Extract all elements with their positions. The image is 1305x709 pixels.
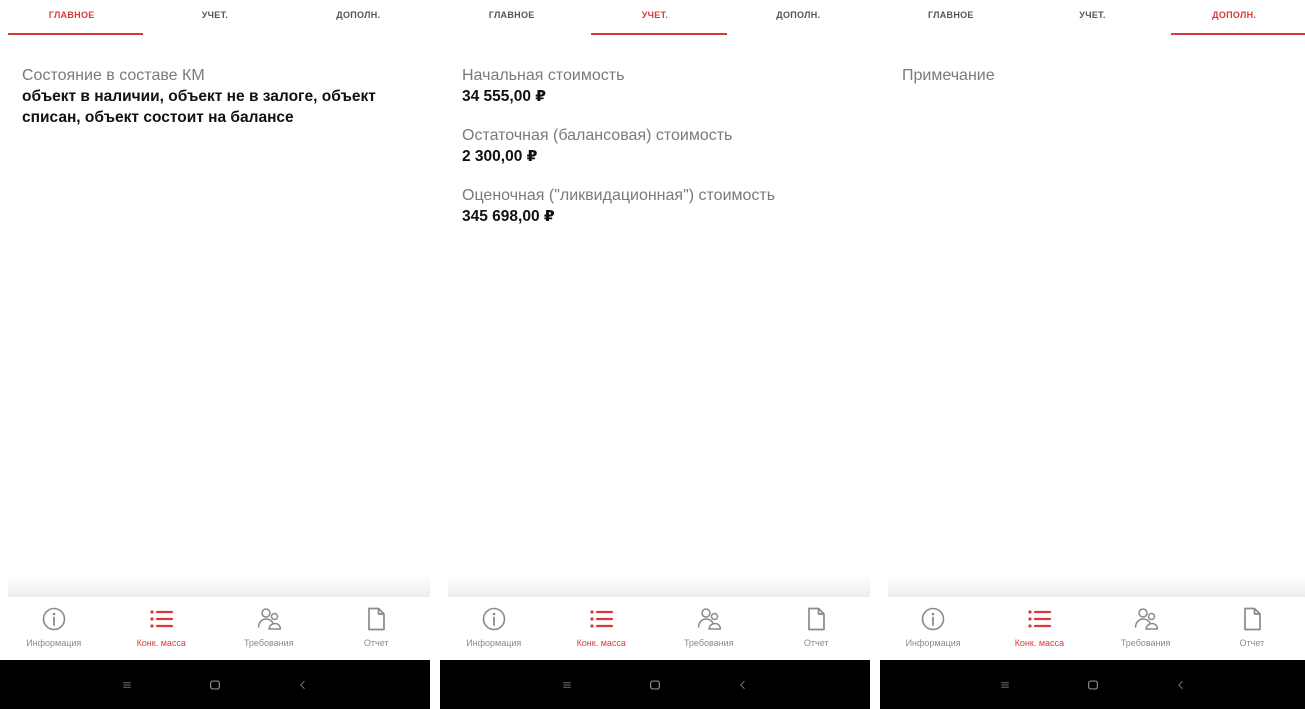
nav-item-3[interactable]: Отчет bbox=[1199, 597, 1305, 660]
nav-item-1[interactable]: Конк. масса bbox=[986, 597, 1092, 660]
screen-accounting: ГЛАВНОЕ УЧЕТ. ДОПОЛН. Начальная стоимост… bbox=[440, 0, 870, 709]
nav-label: Конк. масса bbox=[576, 638, 626, 648]
nav-label: Требования bbox=[243, 638, 294, 648]
users-icon bbox=[255, 605, 283, 633]
tab-bar: ГЛАВНОЕ УЧЕТ. ДОПОЛН. bbox=[440, 0, 870, 42]
nav-label: Конк. масса bbox=[136, 638, 186, 648]
tab-additional[interactable]: ДОПОЛН. bbox=[1163, 0, 1305, 42]
nav-shadow bbox=[8, 575, 430, 597]
nav-item-0[interactable]: Информация bbox=[0, 597, 108, 660]
list-icon bbox=[587, 605, 615, 633]
screen-main: ГЛАВНОЕ УЧЕТ. ДОПОЛН. Состояние в состав… bbox=[0, 0, 430, 709]
tab-bar: ГЛАВНОЕ УЧЕТ. ДОПОЛН. bbox=[880, 0, 1305, 42]
tab-accounting[interactable]: УЧЕТ. bbox=[583, 0, 727, 42]
tab-additional[interactable]: ДОПОЛН. bbox=[287, 0, 430, 42]
nav-item-2[interactable]: Требования bbox=[655, 597, 763, 660]
home-icon[interactable] bbox=[207, 677, 223, 693]
field-status: Состояние в составе КМ объект в наличии,… bbox=[22, 66, 416, 128]
menu-icon[interactable] bbox=[119, 677, 135, 693]
system-nav-bar bbox=[440, 660, 870, 709]
users-icon bbox=[695, 605, 723, 633]
nav-label: Отчет bbox=[363, 638, 389, 648]
info-icon bbox=[40, 605, 68, 633]
field-label: Начальная стоимость bbox=[462, 67, 625, 84]
nav-label: Информация bbox=[26, 638, 82, 648]
nav-item-1[interactable]: Конк. масса bbox=[548, 597, 656, 660]
nav-label: Отчет bbox=[1239, 638, 1265, 648]
tab-additional[interactable]: ДОПОЛН. bbox=[727, 0, 870, 42]
document-icon bbox=[1238, 605, 1266, 633]
menu-icon[interactable] bbox=[559, 677, 575, 693]
details-content: Начальная стоимость 34 555,00 ₽ Остаточн… bbox=[462, 66, 856, 246]
nav-item-2[interactable]: Требования bbox=[215, 597, 323, 660]
tab-main[interactable]: ГЛАВНОЕ bbox=[440, 0, 583, 42]
field-initial-cost: Начальная стоимость 34 555,00 ₽ bbox=[462, 66, 856, 107]
list-icon bbox=[1025, 605, 1053, 633]
nav-item-3[interactable]: Отчет bbox=[763, 597, 871, 660]
info-icon bbox=[919, 605, 947, 633]
field-label: Остаточная (балансовая) стоимость bbox=[462, 127, 733, 144]
nav-item-3[interactable]: Отчет bbox=[323, 597, 431, 660]
back-icon[interactable] bbox=[295, 677, 311, 693]
info-icon bbox=[480, 605, 508, 633]
bottom-nav: Информация Конк. масса Требования Отчет bbox=[440, 597, 870, 660]
field-liquidation-cost: Оценочная ("ликвидационная") стоимость 3… bbox=[462, 186, 856, 227]
tab-bar: ГЛАВНОЕ УЧЕТ. ДОПОЛН. bbox=[0, 0, 430, 42]
back-icon[interactable] bbox=[1173, 677, 1189, 693]
document-icon bbox=[362, 605, 390, 633]
field-note: Примечание bbox=[902, 66, 1291, 86]
field-value: 345 698,00 ₽ bbox=[462, 208, 555, 225]
screen-additional: ГЛАВНОЕ УЧЕТ. ДОПОЛН. Примечание Информа… bbox=[880, 0, 1305, 709]
field-label: Примечание bbox=[902, 67, 995, 84]
field-value: объект в наличии, объект не в залоге, об… bbox=[22, 88, 376, 126]
field-value: 2 300,00 ₽ bbox=[462, 148, 538, 165]
nav-shadow bbox=[448, 575, 870, 597]
field-label: Оценочная ("ликвидационная") стоимость bbox=[462, 187, 776, 204]
nav-item-0[interactable]: Информация bbox=[440, 597, 548, 660]
nav-item-2[interactable]: Требования bbox=[1093, 597, 1199, 660]
nav-label: Требования bbox=[1120, 638, 1171, 648]
list-icon bbox=[147, 605, 175, 633]
document-icon bbox=[802, 605, 830, 633]
nav-item-1[interactable]: Конк. масса bbox=[108, 597, 216, 660]
nav-item-0[interactable]: Информация bbox=[880, 597, 986, 660]
system-nav-bar bbox=[0, 660, 430, 709]
tab-accounting[interactable]: УЧЕТ. bbox=[1022, 0, 1164, 42]
details-content: Примечание bbox=[902, 66, 1291, 105]
nav-label: Информация bbox=[466, 638, 522, 648]
field-value: 34 555,00 ₽ bbox=[462, 88, 547, 105]
details-content: Состояние в составе КМ объект в наличии,… bbox=[22, 66, 416, 147]
tab-main[interactable]: ГЛАВНОЕ bbox=[880, 0, 1022, 42]
nav-label: Отчет bbox=[803, 638, 829, 648]
field-label: Состояние в составе КМ bbox=[22, 67, 205, 84]
nav-shadow bbox=[888, 575, 1305, 597]
home-icon[interactable] bbox=[647, 677, 663, 693]
bottom-nav: Информация Конк. масса Требования Отчет bbox=[880, 597, 1305, 660]
home-icon[interactable] bbox=[1085, 677, 1101, 693]
users-icon bbox=[1132, 605, 1160, 633]
nav-label: Требования bbox=[683, 638, 734, 648]
nav-label: Конк. масса bbox=[1014, 638, 1065, 648]
field-residual-cost: Остаточная (балансовая) стоимость 2 300,… bbox=[462, 126, 856, 167]
back-icon[interactable] bbox=[735, 677, 751, 693]
tab-main[interactable]: ГЛАВНОЕ bbox=[0, 0, 144, 42]
bottom-nav: Информация Конк. масса Требования Отчет bbox=[0, 597, 430, 660]
menu-icon[interactable] bbox=[997, 677, 1013, 693]
tab-accounting[interactable]: УЧЕТ. bbox=[143, 0, 286, 42]
system-nav-bar bbox=[880, 660, 1305, 709]
nav-label: Информация bbox=[905, 638, 961, 648]
